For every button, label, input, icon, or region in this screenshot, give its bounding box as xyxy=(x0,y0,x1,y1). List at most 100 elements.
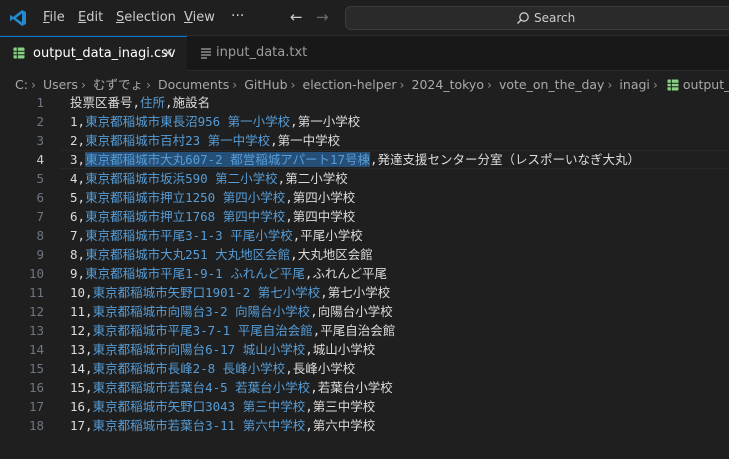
address-field: 東京都稲城市坂浜590 第二小学校 xyxy=(85,171,278,186)
code-line[interactable]: 16,東京都稲城市矢野口3043 第三中学校,第三中学校 xyxy=(70,397,640,416)
text-field: 4, xyxy=(70,171,86,186)
breadcrumb-item-github[interactable]: GitHub xyxy=(244,77,287,92)
address-field: 東京都稲城市若葉台3-11 第六中学校 xyxy=(92,418,306,433)
text-field: 3, xyxy=(70,152,86,167)
text-field: 6, xyxy=(70,209,86,224)
code-line[interactable]: 12,東京都稲城市平尾3-7-1 平尾自治会館,平尾自治会館 xyxy=(70,321,640,340)
code-line[interactable]: 9,東京都稲城市平尾1-9-1 ふれんど平尾,ふれんど平尾 xyxy=(70,264,640,283)
address-field: 住所 xyxy=(140,95,166,110)
address-field: 東京都稲城市大丸251 大丸地区会館 xyxy=(85,247,291,262)
text-field: 8, xyxy=(70,247,86,262)
line-number: 9 xyxy=(36,247,44,262)
code-editor[interactable]: 1 2 3 4 5 6 7 8 9 10 11 12 13 14 15 16 17 18 投票区番号,住所,施設名… xyxy=(0,93,729,459)
address-field: 東京都稲城市平尾3-7-1 平尾自治会館 xyxy=(92,323,313,338)
breadcrumb-item-inagi[interactable]: inagi xyxy=(619,77,649,92)
breadcrumb-item-file[interactable]: output_data_ xyxy=(683,77,729,92)
breadcrumb-item-election-helper[interactable]: election-helper xyxy=(303,77,397,92)
breadcrumb-separator: › xyxy=(290,77,296,92)
text-field: 9, xyxy=(70,266,86,281)
breadcrumb-item-users[interactable]: Users xyxy=(43,77,78,92)
line-number: 15 xyxy=(28,361,44,376)
forward-arrow-icon[interactable]: → xyxy=(316,8,329,26)
code-line[interactable]: 17,東京都稲城市若葉台3-11 第六中学校,第六中学校 xyxy=(70,416,640,435)
editor-lines[interactable]: 投票区番号,住所,施設名 1,東京都稲城市東長沼956 第一小学校,第一小学校 2,… xyxy=(70,93,640,454)
code-line[interactable]: 3,東京都稲城市大丸607-2 都営稲城アパート17号棟,発達支援センター分室（… xyxy=(70,150,640,169)
text-field: 投票区番号, xyxy=(70,95,141,110)
text-field: 5, xyxy=(70,190,86,205)
code-line[interactable]: 10,東京都稲城市矢野口1901-2 第七小学校,第七小学校 xyxy=(70,283,640,302)
menu-edit[interactable]: Edit xyxy=(78,10,103,25)
menu-file[interactable]: File xyxy=(43,10,65,25)
tab-output-data-inagi-csv[interactable]: output_data_inagi.csv × xyxy=(0,36,187,71)
text-field: ,発達支援センター分室（レスポーいなぎ大丸） xyxy=(370,152,641,167)
code-line[interactable]: 6,東京都稲城市押立1768 第四中学校,第四中学校 xyxy=(70,207,640,226)
code-line[interactable]: 8,東京都稲城市大丸251 大丸地区会館,大丸地区会館 xyxy=(70,245,640,264)
code-line[interactable]: 13,東京都稲城市向陽台6-17 城山小学校,城山小学校 xyxy=(70,340,640,359)
address-field: 東京都稲城市平尾1-9-1 ふれんど平尾 xyxy=(85,266,305,281)
menu-view[interactable]: View xyxy=(184,10,215,25)
text-field: ,平尾小学校 xyxy=(292,228,363,243)
code-line[interactable]: 7,東京都稲城市平尾3-1-3 平尾小学校,平尾小学校 xyxy=(70,226,640,245)
code-line[interactable]: 11,東京都稲城市向陽台3-2 向陽台小学校,向陽台小学校 xyxy=(70,302,640,321)
text-field: 15, xyxy=(70,380,93,395)
tab-input-data-txt[interactable]: input_data.txt xyxy=(188,36,328,71)
text-field: ,城山小学校 xyxy=(305,342,376,357)
search-label: Search xyxy=(534,11,576,25)
breadcrumb-separator: › xyxy=(652,77,658,92)
text-field: ,ふれんど平尾 xyxy=(304,266,387,281)
code-line[interactable]: 5,東京都稲城市押立1250 第四小学校,第四小学校 xyxy=(70,188,640,207)
address-field: 東京都稲城市東長沼956 第一小学校 xyxy=(85,114,291,129)
text-field: ,若葉台小学校 xyxy=(310,380,393,395)
address-field: 東京都稲城市大丸607-2 都営稲城アパート17号棟 xyxy=(85,152,371,167)
text-field: ,第四中学校 xyxy=(285,209,356,224)
breadcrumb-separator: › xyxy=(232,77,238,92)
csv-file-icon xyxy=(13,47,25,59)
code-line[interactable]: 4,東京都稲城市坂浜590 第二小学校,第二小学校 xyxy=(70,169,640,188)
line-number: 1 xyxy=(36,95,44,110)
line-number: 5 xyxy=(36,171,44,186)
back-arrow-icon[interactable]: ← xyxy=(290,8,303,26)
tab-label: output_data_inagi.csv xyxy=(33,46,176,61)
text-field: 10, xyxy=(70,285,93,300)
text-field: 7, xyxy=(70,228,86,243)
menu-selection[interactable]: Selection xyxy=(116,10,176,25)
breadcrumb-item-drive[interactable]: C: xyxy=(15,77,28,92)
breadcrumb-item-vote-on-the-day[interactable]: vote_on_the_day xyxy=(499,77,604,92)
line-number-gutter: 1 2 3 4 5 6 7 8 9 10 11 12 13 14 15 16 17 18 xyxy=(0,93,60,435)
text-field: ,大丸地区会館 xyxy=(290,247,373,262)
breadcrumb-separator: › xyxy=(80,77,86,92)
code-line[interactable] xyxy=(70,435,640,454)
text-field: 14, xyxy=(70,361,93,376)
text-field: 12, xyxy=(70,323,93,338)
line-number: 7 xyxy=(36,209,44,224)
text-field: ,施設名 xyxy=(165,95,211,110)
line-number: 13 xyxy=(28,323,44,338)
line-number: 17 xyxy=(28,399,44,414)
address-field: 東京都稲城市百村23 第一中学校 xyxy=(85,133,271,148)
line-number: 8 xyxy=(36,228,44,243)
close-tab-icon[interactable]: × xyxy=(162,45,174,61)
breadcrumb-item-2024-tokyo[interactable]: 2024_tokyo xyxy=(412,77,484,92)
code-line[interactable]: 14,東京都稲城市長峰2-8 長峰小学校,長峰小学校 xyxy=(70,359,640,378)
line-number: 2 xyxy=(36,114,44,129)
address-field: 東京都稲城市長峰2-8 長峰小学校 xyxy=(92,361,286,376)
address-field: 東京都稲城市押立1768 第四中学校 xyxy=(85,209,286,224)
breadcrumb-separator: › xyxy=(145,77,151,92)
search-icon xyxy=(517,12,529,24)
text-field: ,平尾自治会館 xyxy=(312,323,396,338)
breadcrumb-item-user[interactable]: むずでょ xyxy=(93,77,143,92)
text-field: 13, xyxy=(70,342,93,357)
address-field: 東京都稲城市矢野口1901-2 第七小学校 xyxy=(92,285,321,300)
code-line[interactable]: 2,東京都稲城市百村23 第一中学校,第一中学校 xyxy=(70,131,640,150)
breadcrumb-separator: › xyxy=(607,77,613,92)
line-number: 12 xyxy=(28,304,44,319)
code-line[interactable]: 1,東京都稲城市東長沼956 第一小学校,第一小学校 xyxy=(70,112,640,131)
title-bar: File Edit Selection View ··· ← → Search xyxy=(0,0,729,36)
text-field: ,第四小学校 xyxy=(285,190,356,205)
command-center-search[interactable]: Search xyxy=(345,6,729,30)
code-line[interactable]: 15,東京都稲城市若葉台4-5 若葉台小学校,若葉台小学校 xyxy=(70,378,640,397)
breadcrumb-item-documents[interactable]: Documents xyxy=(158,77,229,92)
breadcrumb-separator: › xyxy=(30,77,36,92)
more-menu-button[interactable]: ··· xyxy=(231,8,244,24)
code-line[interactable]: 投票区番号,住所,施設名 xyxy=(70,93,640,112)
